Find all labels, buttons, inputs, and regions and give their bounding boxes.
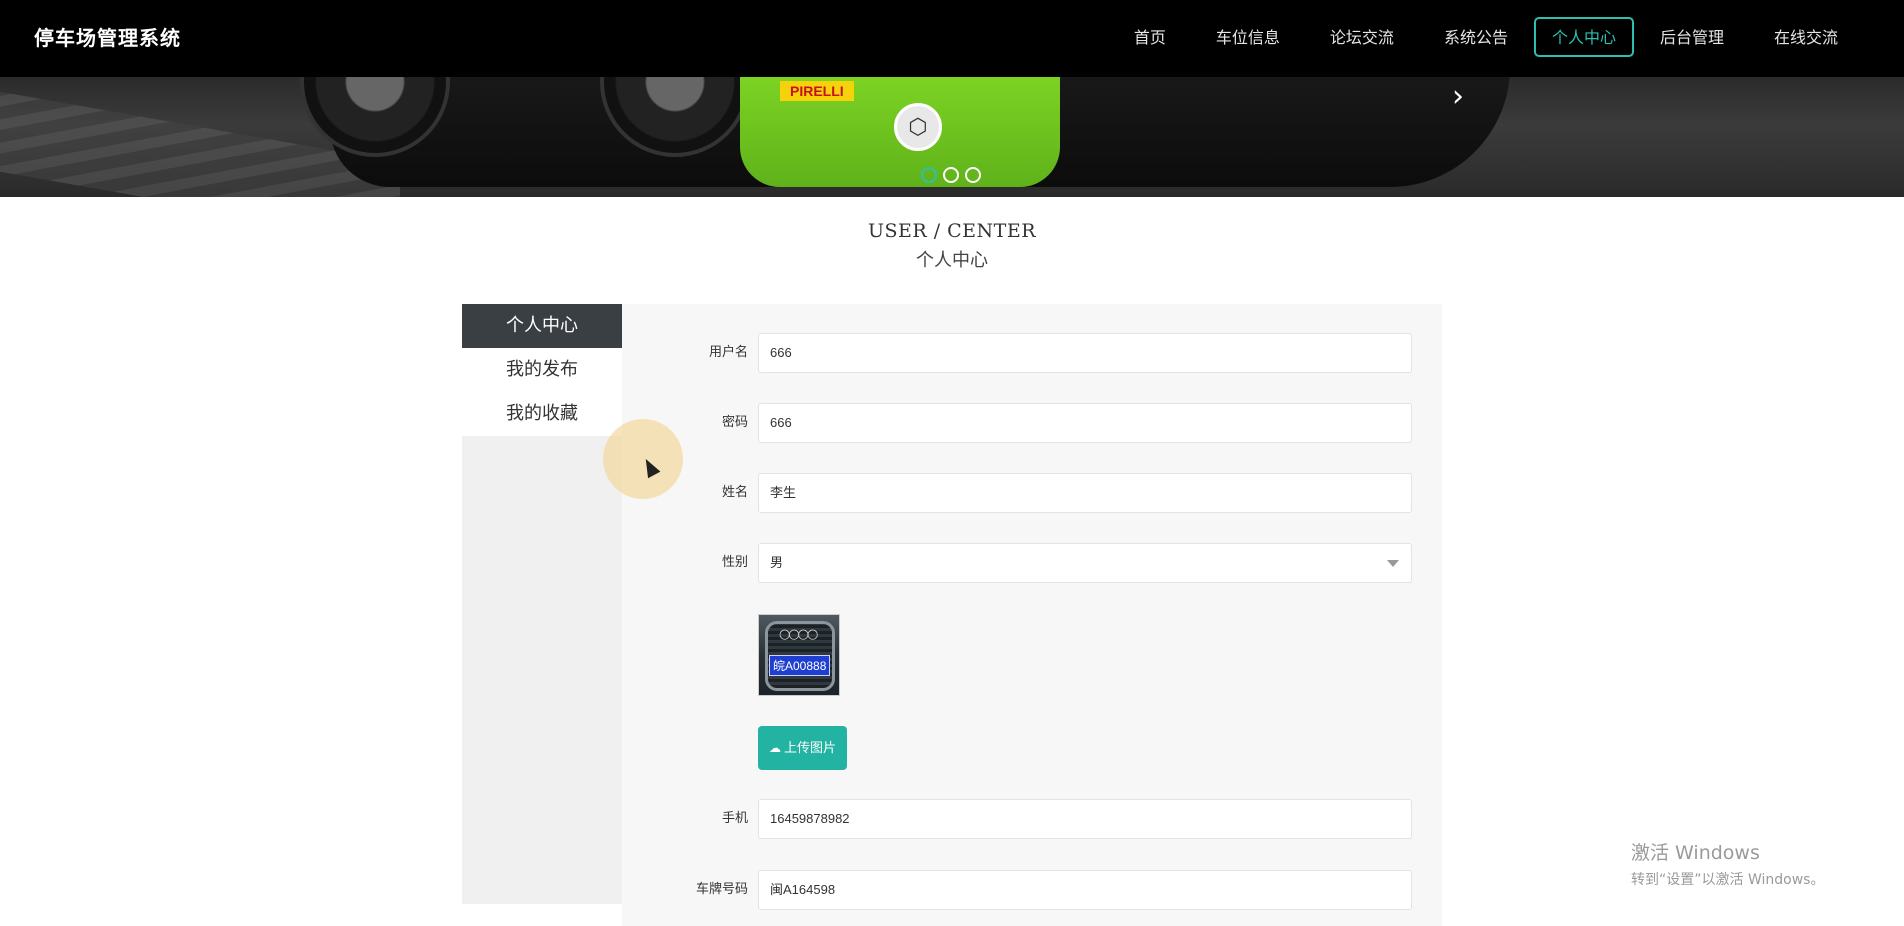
banner-tire-brand: PIRELLI xyxy=(780,81,854,101)
phone-label: 手机 xyxy=(721,811,748,826)
form-row-plate: 车牌号码 闽A164598 xyxy=(622,870,1442,910)
site-brand[interactable]: 停车场管理系统 xyxy=(34,22,181,51)
top-navbar: 停车场管理系统 首页 车位信息 论坛交流 系统公告 个人中心 后台管理 在线交流 xyxy=(0,0,1904,77)
cloud-upload-icon: ☁ xyxy=(769,741,781,755)
carousel-dot-2[interactable] xyxy=(943,167,959,183)
name-label: 姓名 xyxy=(721,485,748,500)
upload-image-button[interactable]: ☁ 上传图片 xyxy=(758,726,848,770)
section-heading: USER / CENTER 个人中心 xyxy=(0,220,1904,272)
plate-input[interactable]: 闽A164598 xyxy=(758,870,1412,910)
banner-carousel[interactable]: PIRELLI ⬡ › xyxy=(0,77,1904,197)
username-input[interactable]: 666 xyxy=(758,333,1412,373)
form-row-username: 用户名 666 xyxy=(622,333,1442,373)
carousel-dot-1[interactable] xyxy=(921,167,937,183)
carousel-dots xyxy=(921,167,981,183)
form-row-name: 姓名 李生 xyxy=(622,473,1442,513)
username-label: 用户名 xyxy=(708,345,748,360)
name-input[interactable]: 李生 xyxy=(758,473,1412,513)
plate-label: 车牌号码 xyxy=(695,882,748,897)
form-row-password: 密码 666 xyxy=(622,403,1442,443)
avatar-plate-text: 皖A00888 xyxy=(769,655,831,676)
avatar-image: ○○○○ 皖A00888 xyxy=(758,614,840,696)
password-input[interactable]: 666 xyxy=(758,403,1412,443)
profile-form: 用户名 666 密码 666 姓名 李生 性别 男 ○○○○ 皖A00888 ☁… xyxy=(622,304,1442,926)
carousel-dot-3[interactable] xyxy=(965,167,981,183)
gender-select-value: 男 xyxy=(770,555,784,570)
password-label: 密码 xyxy=(721,415,748,430)
gender-select[interactable]: 男 xyxy=(758,543,1412,583)
carousel-next-icon[interactable]: › xyxy=(1452,79,1464,114)
upload-image-label: 上传图片 xyxy=(784,741,837,756)
sidebar-item-my-posts[interactable]: 我的发布 xyxy=(462,348,622,392)
watermark-line2: 转到“设置”以激活 Windows。 xyxy=(1631,872,1825,888)
sidebar-item-my-favorites[interactable]: 我的收藏 xyxy=(462,392,622,436)
nav-user-center[interactable]: 个人中心 xyxy=(1533,17,1634,57)
nav-home[interactable]: 首页 xyxy=(1110,17,1190,57)
phone-input[interactable]: 16459878982 xyxy=(758,799,1412,839)
form-row-phone: 手机 16459878982 xyxy=(622,799,1442,839)
section-title-en: USER / CENTER xyxy=(867,220,1037,242)
nav-announcements[interactable]: 系统公告 xyxy=(1420,17,1532,57)
main-nav: 首页 车位信息 论坛交流 系统公告 个人中心 后台管理 在线交流 xyxy=(1108,17,1862,57)
user-sidebar: 个人中心 我的发布 我的收藏 xyxy=(462,304,622,904)
gender-label: 性别 xyxy=(721,555,748,570)
chevron-down-icon xyxy=(1387,560,1399,567)
section-title-cn: 个人中心 xyxy=(916,250,988,271)
windows-activation-watermark: 激活 Windows 转到“设置”以激活 Windows。 xyxy=(1631,838,1824,889)
avatar-car-logo-icon: ○○○○ xyxy=(779,627,818,642)
car-logo-icon: ⬡ xyxy=(894,103,942,151)
form-row-gender: 性别 男 xyxy=(622,543,1442,583)
nav-admin[interactable]: 后台管理 xyxy=(1636,17,1748,57)
sidebar-item-user-center[interactable]: 个人中心 xyxy=(462,304,622,348)
nav-parking-info[interactable]: 车位信息 xyxy=(1192,17,1304,57)
nav-online-chat[interactable]: 在线交流 xyxy=(1750,17,1862,57)
nav-forum[interactable]: 论坛交流 xyxy=(1306,17,1418,57)
watermark-line1: 激活 Windows xyxy=(1631,842,1760,864)
